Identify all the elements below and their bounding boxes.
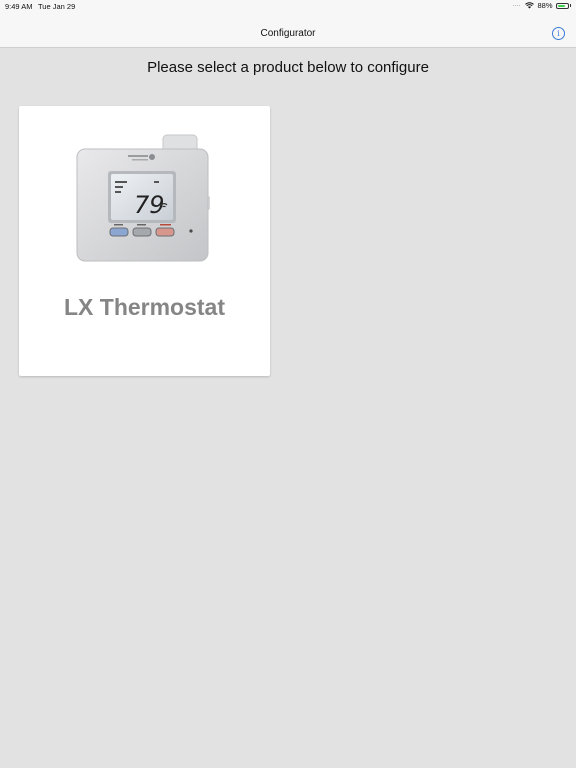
product-name: LX Thermostat	[63, 294, 226, 320]
navigation-bar: Configurator i	[0, 14, 576, 48]
battery-level-fill	[557, 4, 566, 7]
battery-nub	[569, 4, 571, 7]
page-heading: Please select a product below to configu…	[147, 59, 429, 76]
wifi-icon	[525, 2, 535, 9]
info-icon[interactable]: i	[552, 27, 565, 40]
cellular-dots-icon: ····	[512, 2, 521, 9]
status-bar: 9:49 AM Tue Jan 29 ···· 88%	[0, 0, 576, 14]
thermostat-icon: 79	[76, 134, 210, 262]
product-card-lx-thermostat[interactable]: 79 LX Thermostat	[19, 106, 270, 376]
status-date: Tue Jan 29	[38, 2, 76, 11]
status-indicators: ···· 88%	[512, 1, 571, 10]
nav-title: Configurator	[260, 28, 316, 39]
battery-icon	[555, 2, 569, 9]
thermostat-display-temp: 79	[134, 191, 165, 219]
status-time: 9:49 AM	[5, 2, 33, 11]
battery-percent: 88%	[537, 1, 553, 10]
